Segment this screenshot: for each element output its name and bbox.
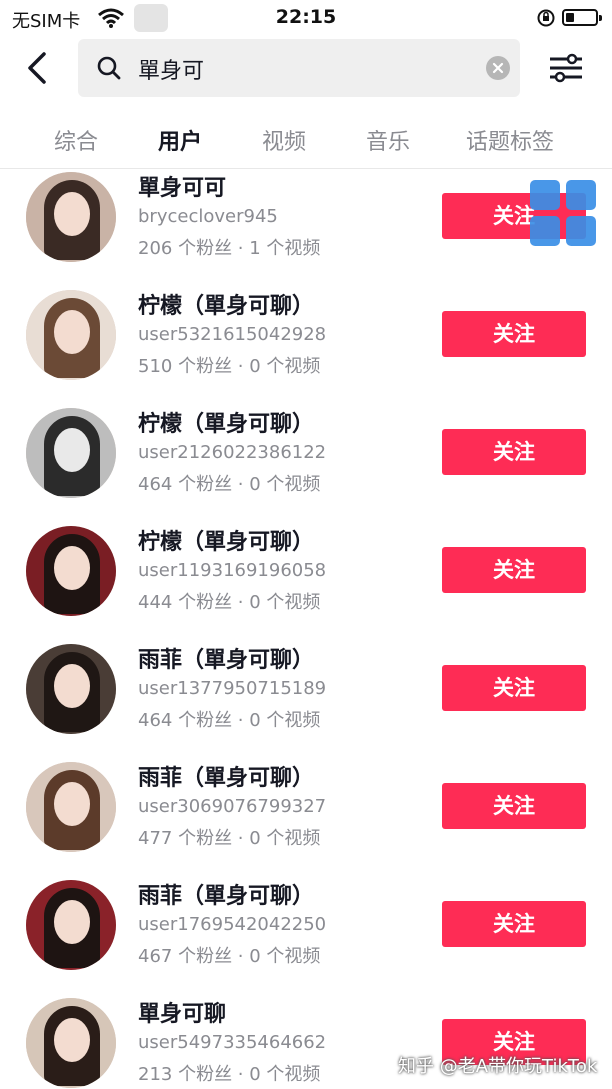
avatar[interactable] xyxy=(26,290,116,380)
search-query[interactable]: 單身可 xyxy=(138,53,204,85)
search-header: 單身可 xyxy=(0,36,612,106)
user-id: user1377950715189 xyxy=(138,678,327,699)
user-id: user5321615042928 xyxy=(138,324,327,345)
clear-icon[interactable] xyxy=(486,56,510,80)
status-bar: 无SIM卡 22:15 xyxy=(0,0,612,36)
tab-videos[interactable]: 视频 xyxy=(262,124,306,156)
user-id: user1193169196058 xyxy=(138,560,327,581)
user-name: 雨菲（單身可聊） xyxy=(138,766,315,791)
tab-all[interactable]: 综合 xyxy=(54,124,98,156)
user-id: user5497335464662 xyxy=(138,1032,327,1053)
follow-button[interactable]: 关注 xyxy=(442,783,586,829)
user-row[interactable]: 柠檬（單身可聊） user5321615042928 510 个粉丝 · 0 个… xyxy=(0,276,612,394)
search-icon xyxy=(97,56,121,80)
user-row[interactable]: 雨菲（單身可聊） user1377950715189 464 个粉丝 · 0 个… xyxy=(0,630,612,748)
avatar[interactable] xyxy=(26,880,116,970)
user-name: 柠檬（單身可聊） xyxy=(138,412,315,437)
filter-icon[interactable] xyxy=(548,51,584,85)
user-name: 柠檬（單身可聊） xyxy=(138,294,315,319)
avatar[interactable] xyxy=(26,644,116,734)
search-tabs: 综合 用户 视频 音乐 话题标签 xyxy=(0,118,612,169)
user-stats: 444 个粉丝 · 0 个视频 xyxy=(138,592,321,613)
user-list: 單身可可 bryceclover945 206 个粉丝 · 1 个视频 关注 柠… xyxy=(0,170,612,1089)
floating-grid-icon[interactable] xyxy=(530,180,596,246)
avatar[interactable] xyxy=(26,172,116,262)
user-stats: 464 个粉丝 · 0 个视频 xyxy=(138,710,321,731)
avatar[interactable] xyxy=(26,526,116,616)
user-name: 雨菲（單身可聊） xyxy=(138,648,315,673)
search-input[interactable]: 單身可 xyxy=(78,39,520,97)
user-id: user1769542042250 xyxy=(138,914,327,935)
user-stats: 213 个粉丝 · 0 个视频 xyxy=(138,1064,321,1085)
battery-icon xyxy=(562,9,602,26)
user-row[interactable]: 單身可可 bryceclover945 206 个粉丝 · 1 个视频 关注 xyxy=(0,170,612,276)
user-name: 單身可可 xyxy=(138,176,227,201)
user-stats: 467 个粉丝 · 0 个视频 xyxy=(138,946,321,967)
avatar[interactable] xyxy=(26,762,116,852)
user-id: user2126022386122 xyxy=(138,442,327,463)
follow-button[interactable]: 关注 xyxy=(442,547,586,593)
avatar[interactable] xyxy=(26,408,116,498)
user-name: 柠檬（單身可聊） xyxy=(138,530,315,555)
user-name: 雨菲（單身可聊） xyxy=(138,884,315,909)
avatar[interactable] xyxy=(26,998,116,1088)
user-name: 單身可聊 xyxy=(138,1002,227,1027)
user-id: bryceclover945 xyxy=(138,206,278,227)
tab-users[interactable]: 用户 xyxy=(158,124,202,156)
orientation-lock-icon xyxy=(537,9,555,27)
back-icon[interactable] xyxy=(22,50,54,86)
user-stats: 206 个粉丝 · 1 个视频 xyxy=(138,238,321,259)
follow-button[interactable]: 关注 xyxy=(442,665,586,711)
follow-button[interactable]: 关注 xyxy=(442,901,586,947)
user-row[interactable]: 柠檬（單身可聊） user1193169196058 444 个粉丝 · 0 个… xyxy=(0,512,612,630)
user-id: user3069076799327 xyxy=(138,796,327,817)
follow-button[interactable]: 关注 xyxy=(442,429,586,475)
user-stats: 464 个粉丝 · 0 个视频 xyxy=(138,474,321,495)
user-row[interactable]: 雨菲（單身可聊） user3069076799327 477 个粉丝 · 0 个… xyxy=(0,748,612,866)
user-stats: 477 个粉丝 · 0 个视频 xyxy=(138,828,321,849)
user-row[interactable]: 雨菲（單身可聊） user1769542042250 467 个粉丝 · 0 个… xyxy=(0,866,612,984)
follow-button[interactable]: 关注 xyxy=(442,311,586,357)
status-time: 22:15 xyxy=(275,6,337,28)
watermark: 知乎 @老A带你玩TikTok xyxy=(398,1056,598,1077)
tab-hashtags[interactable]: 话题标签 xyxy=(466,124,554,156)
tab-music[interactable]: 音乐 xyxy=(366,124,410,156)
user-stats: 510 个粉丝 · 0 个视频 xyxy=(138,356,321,377)
user-row[interactable]: 柠檬（單身可聊） user2126022386122 464 个粉丝 · 0 个… xyxy=(0,394,612,512)
